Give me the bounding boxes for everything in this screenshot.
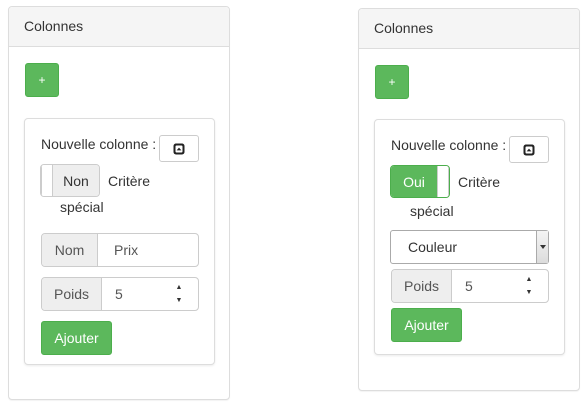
left-new-column-label: Nouvelle colonne : [41, 136, 157, 152]
left-special-criterion-toggle[interactable]: Non [40, 164, 100, 197]
left-toggle-state: Non [53, 165, 99, 196]
right-toggle-label-line2: spécial [410, 203, 454, 219]
collapse-icon [173, 143, 185, 154]
right-toggle-state: Oui [391, 166, 437, 197]
left-toggle-label: Critère [108, 173, 151, 189]
right-type-select[interactable]: Couleur [390, 230, 549, 264]
right-add-column-button[interactable]: + [375, 65, 409, 99]
right-weight-spinner[interactable]: ▲ ▼ [525, 276, 533, 296]
left-weight-addon: Poids [42, 278, 102, 310]
left-add-column-button[interactable]: + [25, 63, 59, 97]
left-toggle-label-line2: spécial [60, 199, 104, 215]
right-columns-panel: Colonnes + Nouvelle colonne : Oui Critèr… [358, 8, 580, 391]
left-weight-input-group: Poids 5 ▲ ▼ [41, 277, 199, 311]
right-panel-heading: Colonnes [359, 9, 579, 49]
left-name-input[interactable]: Prix [114, 234, 138, 266]
right-toggle-label: Critère [458, 174, 501, 190]
right-new-column-label: Nouvelle colonne : [391, 137, 507, 153]
right-weight-input[interactable]: 5 [465, 270, 473, 302]
right-weight-addon: Poids [392, 270, 452, 302]
spinner-down-icon[interactable]: ▼ [176, 297, 183, 304]
left-toggle-knob[interactable] [41, 165, 53, 196]
spinner-up-icon[interactable]: ▲ [526, 276, 533, 283]
right-special-criterion-toggle[interactable]: Oui [390, 165, 450, 198]
left-name-input-group: Nom Prix [41, 233, 199, 267]
right-submit-button[interactable]: Ajouter [391, 308, 462, 342]
right-weight-input-group: Poids 5 ▲ ▼ [391, 269, 549, 303]
right-new-column-card: Nouvelle colonne : Oui Critère spécial C… [374, 119, 565, 355]
left-panel-heading: Colonnes [9, 7, 229, 47]
right-select-caret[interactable] [536, 231, 548, 263]
spinner-down-icon[interactable]: ▼ [526, 289, 533, 296]
left-weight-spinner[interactable]: ▲ ▼ [175, 284, 183, 304]
left-panel-title: Colonnes [24, 18, 84, 34]
right-panel-title: Colonnes [374, 20, 434, 36]
left-weight-input[interactable]: 5 [115, 278, 123, 310]
left-collapse-button[interactable] [159, 135, 199, 162]
right-toggle-knob[interactable] [437, 166, 449, 197]
dropdown-caret-icon [539, 245, 546, 249]
left-new-column-card: Nouvelle colonne : Non Critère spécial N… [24, 118, 215, 365]
right-collapse-button[interactable] [509, 136, 549, 163]
left-columns-panel: Colonnes + Nouvelle colonne : Non Critèr… [8, 6, 230, 400]
spinner-up-icon[interactable]: ▲ [176, 284, 183, 291]
collapse-icon [523, 144, 535, 155]
right-select-value: Couleur [408, 239, 458, 255]
left-submit-button[interactable]: Ajouter [41, 321, 112, 355]
left-name-addon: Nom [42, 234, 98, 266]
